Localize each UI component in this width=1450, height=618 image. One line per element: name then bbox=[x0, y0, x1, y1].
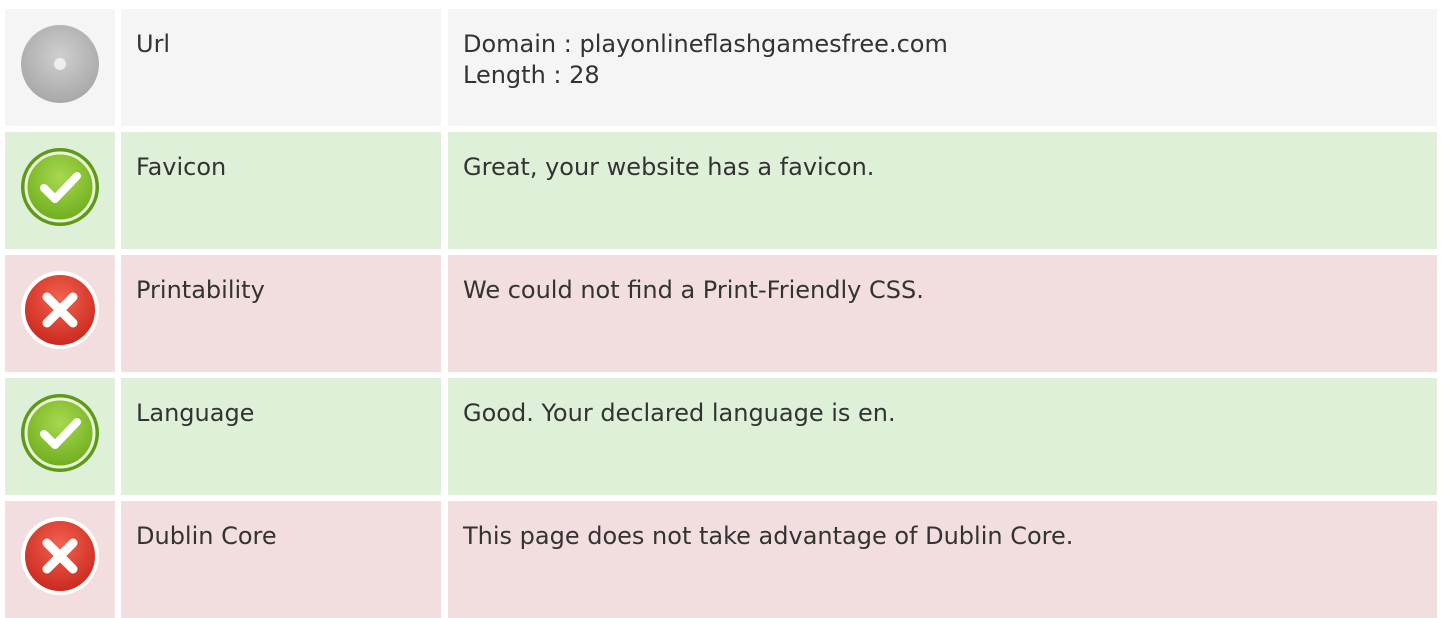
detail-line: Great, your website has a favicon. bbox=[463, 153, 875, 181]
check-name: Language bbox=[121, 378, 441, 495]
table-row-url: Url Domain : playonlineflashgamesfree.co… bbox=[5, 9, 1437, 126]
check-detail: This page does not take advantage of Dub… bbox=[448, 501, 1437, 618]
check-detail: Good. Your declared language is en. bbox=[448, 378, 1437, 495]
detail-line: Length : 28 bbox=[463, 61, 600, 89]
table-row-language: Language Good. Your declared language is… bbox=[5, 378, 1437, 495]
x-circle-icon bbox=[21, 271, 99, 349]
table-row-dublin-core: Dublin Core This page does not take adva… bbox=[5, 501, 1437, 618]
table-row-favicon: Favicon Great, your website has a favico… bbox=[5, 132, 1437, 249]
detail-line: Good. Your declared language is en. bbox=[463, 399, 896, 427]
check-name: Favicon bbox=[121, 132, 441, 249]
check-circle-icon bbox=[21, 148, 99, 226]
check-name: Dublin Core bbox=[121, 501, 441, 618]
info-neutral-icon bbox=[21, 25, 99, 103]
check-name: Printability bbox=[121, 255, 441, 372]
check-name: Url bbox=[121, 9, 441, 126]
x-circle-icon bbox=[21, 517, 99, 595]
table-row-printability: Printability We could not find a Print-F… bbox=[5, 255, 1437, 372]
status-cell bbox=[5, 501, 115, 618]
check-detail: We could not find a Print-Friendly CSS. bbox=[448, 255, 1437, 372]
detail-line: Domain : playonlineflashgamesfree.com bbox=[463, 30, 948, 58]
detail-line: We could not find a Print-Friendly CSS. bbox=[463, 276, 924, 304]
status-cell bbox=[5, 255, 115, 372]
check-circle-icon bbox=[21, 394, 99, 472]
status-cell bbox=[5, 9, 115, 126]
detail-line: This page does not take advantage of Dub… bbox=[463, 522, 1074, 550]
check-detail: Great, your website has a favicon. bbox=[448, 132, 1437, 249]
seo-check-table: Url Domain : playonlineflashgamesfree.co… bbox=[5, 9, 1437, 618]
status-cell bbox=[5, 132, 115, 249]
check-detail: Domain : playonlineflashgamesfree.com Le… bbox=[448, 9, 1437, 126]
status-cell bbox=[5, 378, 115, 495]
